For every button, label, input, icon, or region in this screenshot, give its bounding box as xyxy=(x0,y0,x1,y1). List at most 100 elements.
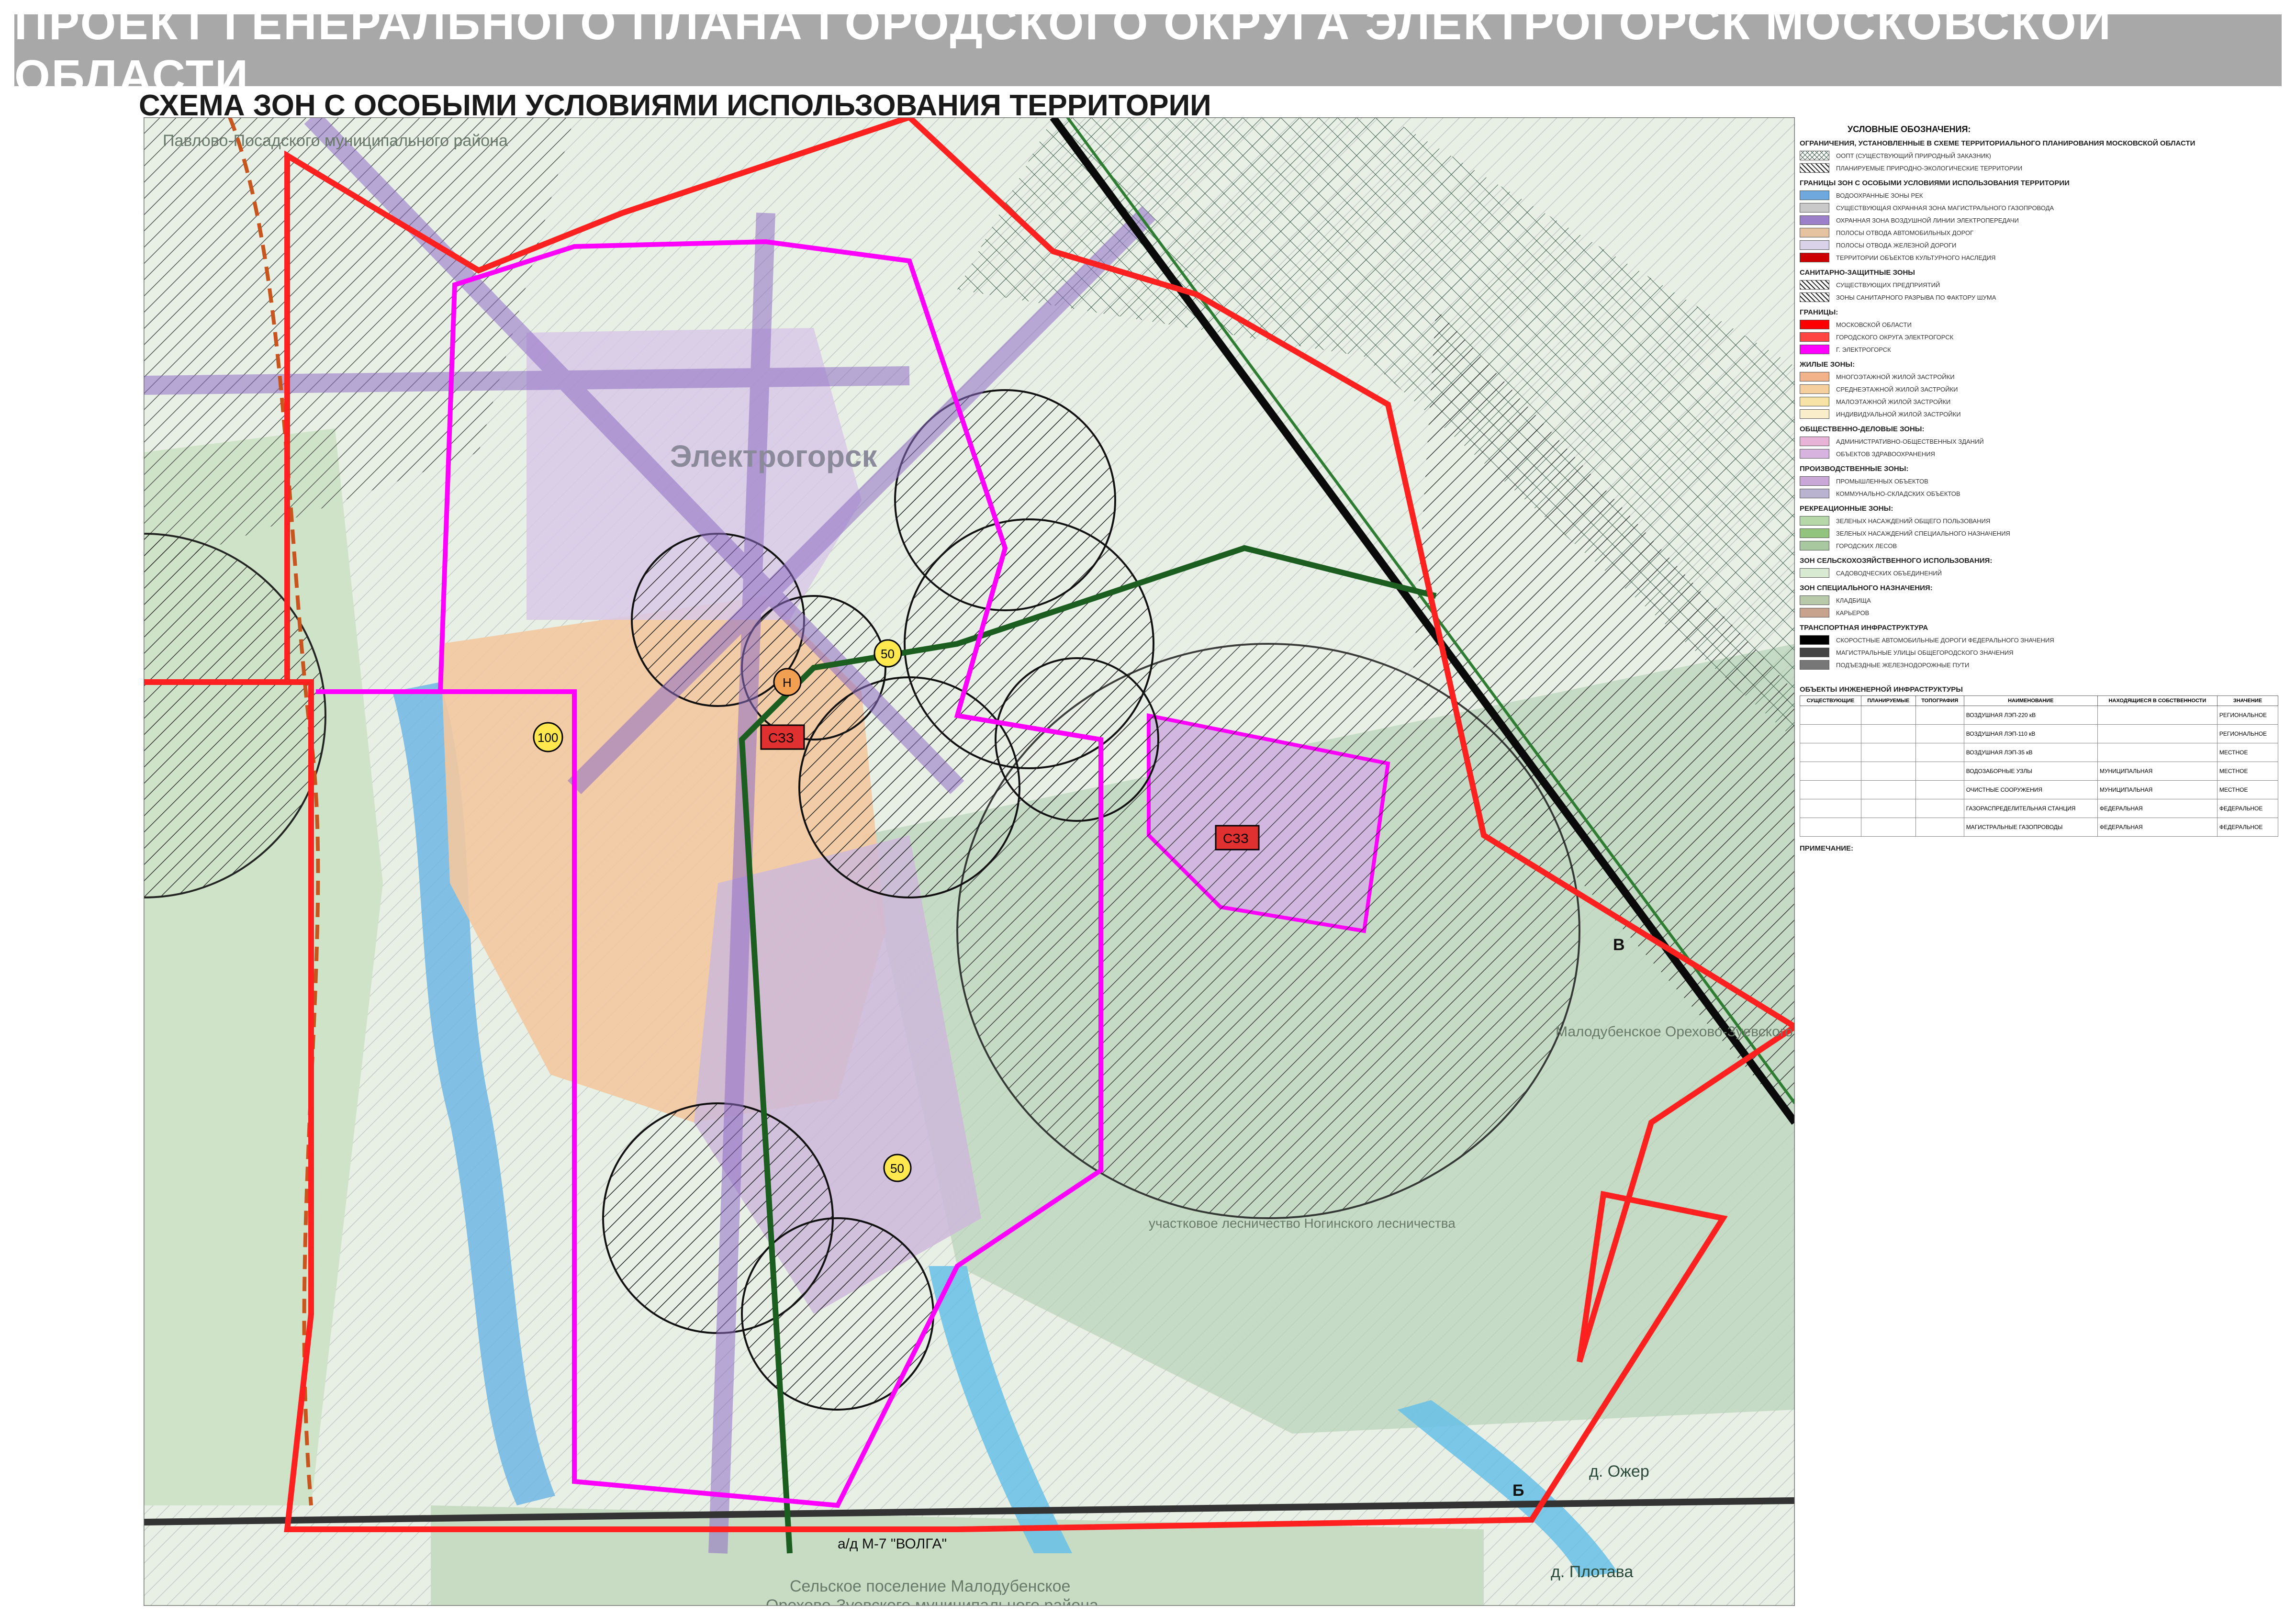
legend-swatch xyxy=(1800,320,1829,329)
label-forestry: участковое лесничество Ногинского леснич… xyxy=(1149,1216,1456,1231)
legend-section-heading: ЗОН СЕЛЬСКОХОЗЯЙСТВЕННОГО ИСПОЛЬЗОВАНИЯ: xyxy=(1800,557,1993,565)
table-cell: ФЕДЕРАЛЬНОЕ xyxy=(2217,818,2279,837)
table-cell: ОЧИСТНЫЕ СООРУЖЕНИЯ xyxy=(1963,780,2098,799)
table-cell: МЕСТНОЕ xyxy=(2217,780,2279,799)
legend-label: КАРЬЕРОВ xyxy=(1836,609,1870,617)
legend-label: СРЕДНЕЭТАЖНОЙ ЖИЛОЙ ЗАСТРОЙКИ xyxy=(1836,385,1958,393)
table-row: ГАЗОРАСПРЕДЕЛИТЕЛЬНАЯ СТАНЦИЯ ФЕДЕРАЛЬНАЯ… xyxy=(1800,799,2279,818)
legend-label: СУЩЕСТВУЮЩАЯ ОХРАННАЯ ЗОНА МАГИСТРАЛЬНОГ… xyxy=(1836,204,2054,212)
table-cell: МУНИЦИПАЛЬНАЯ xyxy=(2097,762,2218,781)
legend-item: КЛАДБИЩА xyxy=(1800,594,2283,606)
legend-section-heading: ГРАНИЦЫ: xyxy=(1800,308,1838,316)
table-cell xyxy=(1915,706,1964,725)
legend-swatch xyxy=(1800,528,1829,538)
table-cell: МЕСТНОЕ xyxy=(2217,743,2279,762)
table-cell xyxy=(1800,762,1861,781)
legend-item: ПОЛОСЫ ОТВОДА АВТОМОБИЛЬНЫХ ДОРОГ xyxy=(1800,226,2283,239)
table-cell xyxy=(1860,799,1916,818)
legend-swatch xyxy=(1800,163,1829,173)
legend-item: СУЩЕСТВУЮЩАЯ ОХРАННАЯ ЗОНА МАГИСТРАЛЬНОГ… xyxy=(1800,202,2283,214)
table-cell xyxy=(1915,743,1964,762)
table-cell: РЕГИОНАЛЬНОЕ xyxy=(2217,706,2279,725)
legend-item: МОСКОВСКОЙ ОБЛАСТИ xyxy=(1800,318,2283,331)
legend-label: КЛАДБИЩА xyxy=(1836,596,1871,604)
legend-label: МОСКОВСКОЙ ОБЛАСТИ xyxy=(1836,321,1912,328)
legend-swatch xyxy=(1800,151,1829,160)
legend-label: МАЛОЭТАЖНОЙ ЖИЛОЙ ЗАСТРОЙКИ xyxy=(1836,398,1951,405)
legend-item: СКОРОСТНЫЕ АВТОМОБИЛЬНЫЕ ДОРОГИ ФЕДЕРАЛЬ… xyxy=(1800,634,2283,646)
table-cell xyxy=(1915,762,1964,781)
legend-item: ОХРАННАЯ ЗОНА ВОЗДУШНОЙ ЛИНИИ ЭЛЕКТРОПЕР… xyxy=(1800,214,2283,226)
table-cell xyxy=(1860,743,1916,762)
legend-label: ТЕРРИТОРИИ ОБЪЕКТОВ КУЛЬТУРНОГО НАСЛЕДИЯ xyxy=(1836,254,1996,261)
legend-item: ГОРОДСКОГО ОКРУГА ЭЛЕКТРОГОРСК xyxy=(1800,331,2283,343)
legend-swatch xyxy=(1800,476,1829,486)
legend-swatch xyxy=(1800,384,1829,394)
label-ozhery: д. Ожер xyxy=(1589,1462,1649,1480)
table-row: ОЧИСТНЫЕ СООРУЖЕНИЯ МУНИЦИПАЛЬНАЯ МЕСТНОЕ xyxy=(1800,780,2279,799)
legend-swatch xyxy=(1800,541,1829,550)
table-cell: МАГИСТРАЛЬНЫЕ ГАЗОПРОВОДЫ xyxy=(1963,818,2098,837)
table-cell xyxy=(1860,818,1916,837)
table-cell xyxy=(1800,743,1861,762)
legend-label: ООПТ (СУЩЕСТВУЮЩИЙ ПРИРОДНЫЙ ЗАКАЗНИК) xyxy=(1836,152,1991,159)
legend-section-heading: ОГРАНИЧЕНИЯ, УСТАНОВЛЕННЫЕ В СХЕМЕ ТЕРРИ… xyxy=(1800,139,2195,147)
table-cell: МЕСТНОЕ xyxy=(2217,762,2279,781)
legend-item: САДОВОДЧЕСКИХ ОБЪЕДИНЕНИЙ xyxy=(1800,567,2283,579)
legend-section-heading: ТРАНСПОРТНАЯ ИНФРАСТРУКТУРА xyxy=(1800,624,1928,632)
legend-section-heading: ЖИЛЫЕ ЗОНЫ: xyxy=(1800,360,1855,369)
table-header-row: СУЩЕСТВУЮЩИЕ ПЛАНИРУЕМЫЕ ТОПОГРАФИЯ НАИМЕНО… xyxy=(1800,695,2279,706)
table-cell: ФЕДЕРАЛЬНОЕ xyxy=(2217,799,2279,818)
marker-100: 100 xyxy=(533,722,563,752)
table-cell: МУНИЦИПАЛЬНАЯ xyxy=(2097,780,2218,799)
szz-marker-2: СЗЗ xyxy=(1215,825,1260,851)
legend-swatch xyxy=(1800,292,1829,302)
legend-swatch xyxy=(1800,253,1829,262)
table-cell xyxy=(1800,818,1861,837)
legend-item: СУЩЕСТВУЮЩИХ ПРЕДПРИЯТИЙ xyxy=(1800,279,2283,291)
legend-item: ОБЪЕКТОВ ЗДРАВООХРАНЕНИЯ xyxy=(1800,448,2283,460)
table-cell xyxy=(1915,780,1964,799)
map-canvas[interactable]: Электрогорск д. Плотава д. Ожер а/д М-7 … xyxy=(144,117,1795,1606)
legend-swatch xyxy=(1800,203,1829,213)
legend-item: МНОГОЭТАЖНОЙ ЖИЛОЙ ЗАСТРОЙКИ xyxy=(1800,370,2283,383)
legend-label: СУЩЕСТВУЮЩИХ ПРЕДПРИЯТИЙ xyxy=(1836,281,1940,289)
legend-swatch xyxy=(1800,437,1829,446)
legend-section-heading: САНИТАРНО-ЗАЩИТНЫЕ ЗОНЫ xyxy=(1800,269,1915,277)
label-point-v: В xyxy=(1613,936,1625,954)
title-bar: ПРОЕКТ ГЕНЕРАЛЬНОГО ПЛАНА ГОРОДСКОГО ОКР… xyxy=(14,0,2282,102)
svg-text:СЗЗ: СЗЗ xyxy=(1223,831,1249,846)
legend-label: ПЛАНИРУЕМЫЕ ПРИРОДНО-ЭКОЛОГИЧЕСКИЕ ТЕРРИ… xyxy=(1836,164,2023,172)
label-district-left: Павлово-Посадского муниципального района xyxy=(163,132,508,150)
legend-swatch xyxy=(1800,608,1829,617)
legend-label: МАГИСТРАЛЬНЫЕ УЛИЦЫ ОБЩЕГОРОДСКОГО ЗНАЧЕ… xyxy=(1836,649,2014,656)
legend-swatch xyxy=(1800,660,1829,670)
table-cell xyxy=(1915,818,1964,837)
legend-item: ООПТ (СУЩЕСТВУЮЩИЙ ПРИРОДНЫЙ ЗАКАЗНИК) xyxy=(1800,149,2283,162)
legend-label: ЗЕЛЕНЫХ НАСАЖДЕНИЙ ОБЩЕГО ПОЛЬЗОВАНИЯ xyxy=(1836,517,1991,525)
table-header-cell: СУЩЕСТВУЮЩИЕ xyxy=(1800,695,1861,706)
legend-label: МНОГОЭТАЖНОЙ ЖИЛОЙ ЗАСТРОЙКИ xyxy=(1836,373,1955,381)
label-district-bottom-2: Орехово-Зуевского муниципального района xyxy=(766,1596,1098,1606)
label-plotava: д. Плотава xyxy=(1551,1563,1633,1581)
legend-swatch xyxy=(1800,332,1829,342)
marker-50a: 50 xyxy=(883,1154,912,1182)
label-district-bottom-1: Сельское поселение Малодубенское xyxy=(790,1577,1070,1595)
svg-text:50: 50 xyxy=(881,647,895,661)
table-cell xyxy=(1915,799,1964,818)
legend-item: ВОДООХРАННЫЕ ЗОНЫ РЕК xyxy=(1800,189,2283,202)
legend-swatch xyxy=(1800,595,1829,605)
legend-swatch xyxy=(1800,397,1829,406)
marker-50b: 50 xyxy=(874,639,902,668)
legend-section-heading: ГРАНИЦЫ ЗОН С ОСОБЫМИ УСЛОВИЯМИ ИСПОЛЬЗО… xyxy=(1800,179,2070,187)
legend-swatch xyxy=(1800,215,1829,225)
legend-item: ИНДИВИДУАЛЬНОЙ ЖИЛОЙ ЗАСТРОЙКИ xyxy=(1800,408,2283,420)
legend-label: ИНДИВИДУАЛЬНОЙ ЖИЛОЙ ЗАСТРОЙКИ xyxy=(1836,410,1961,418)
legend-label: ПОЛОСЫ ОТВОДА ЖЕЛЕЗНОЙ ДОРОГИ xyxy=(1836,241,1957,249)
label-district-right: Малодубенское Орехово-Зуевского муниципа… xyxy=(1556,1024,1795,1040)
table-cell: ФЕДЕРАЛЬНАЯ xyxy=(2097,818,2218,837)
svg-text:СЗЗ: СЗЗ xyxy=(768,730,794,745)
infra-table: СУЩЕСТВУЮЩИЕ ПЛАНИРУЕМЫЕ ТОПОГРАФИЯ НАИМЕНО… xyxy=(1800,695,2279,837)
table-cell xyxy=(1915,724,1964,743)
svg-text:100: 100 xyxy=(538,730,558,745)
